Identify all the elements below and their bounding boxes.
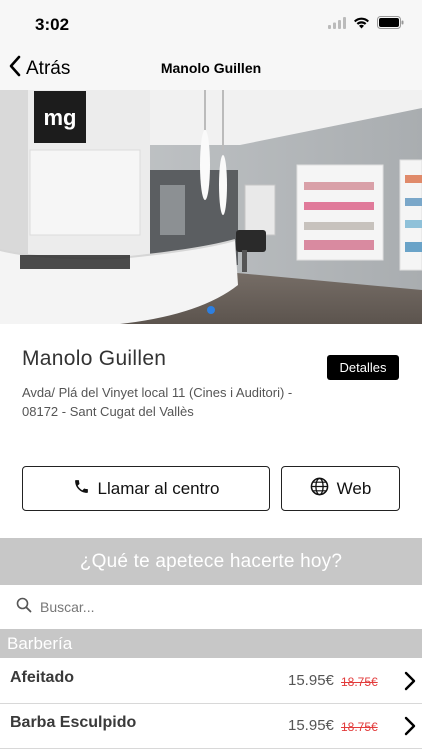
- chevron-right-icon: [404, 716, 416, 741]
- status-bar: 3:02: [0, 0, 422, 48]
- service-old-price: 18.75€: [341, 720, 378, 734]
- salon-logo: mg: [44, 105, 77, 130]
- navigation-bar: Atrás Manolo Guillen: [0, 48, 422, 90]
- service-name: Afeitado: [10, 669, 74, 686]
- services-question-header: ¿Qué te apetece hacerte hoy?: [0, 538, 422, 585]
- battery-icon: [377, 16, 404, 34]
- service-name: Barba Esculpido: [10, 714, 137, 731]
- search-icon: [16, 597, 32, 618]
- chevron-right-icon: [404, 671, 416, 696]
- service-row[interactable]: Barba Esculpido 15.95€ 18.75€: [0, 704, 422, 749]
- search-bar[interactable]: [0, 585, 422, 629]
- carousel-page-indicator: [207, 306, 215, 314]
- service-price: 15.95€: [288, 717, 334, 734]
- service-price: 15.95€: [288, 672, 334, 689]
- service-old-price: 18.75€: [341, 675, 378, 689]
- category-header-barberia: Barbería: [0, 629, 422, 658]
- status-time: 3:02: [35, 15, 70, 34]
- globe-icon: [310, 477, 329, 501]
- status-icons: [328, 16, 404, 34]
- page-title: Manolo Guillen: [160, 60, 262, 76]
- salon-photo-carousel[interactable]: mg: [0, 90, 422, 324]
- search-input[interactable]: [40, 599, 390, 615]
- wifi-icon: [353, 16, 370, 34]
- call-center-button[interactable]: Llamar al centro: [22, 466, 270, 511]
- salon-address: Avda/ Plá del Vinyet local 11 (Cines i A…: [22, 385, 293, 419]
- service-row[interactable]: Afeitado 15.95€ 18.75€: [0, 659, 422, 704]
- phone-icon: [73, 478, 90, 500]
- signal-icon: [328, 16, 346, 34]
- call-center-label: Llamar al centro: [97, 478, 220, 498]
- details-button[interactable]: Detalles: [327, 355, 399, 380]
- salon-name: Manolo Guillen: [22, 347, 167, 370]
- web-label: Web: [336, 478, 372, 498]
- web-button[interactable]: Web: [281, 466, 400, 511]
- salon-photo: mg: [0, 90, 422, 324]
